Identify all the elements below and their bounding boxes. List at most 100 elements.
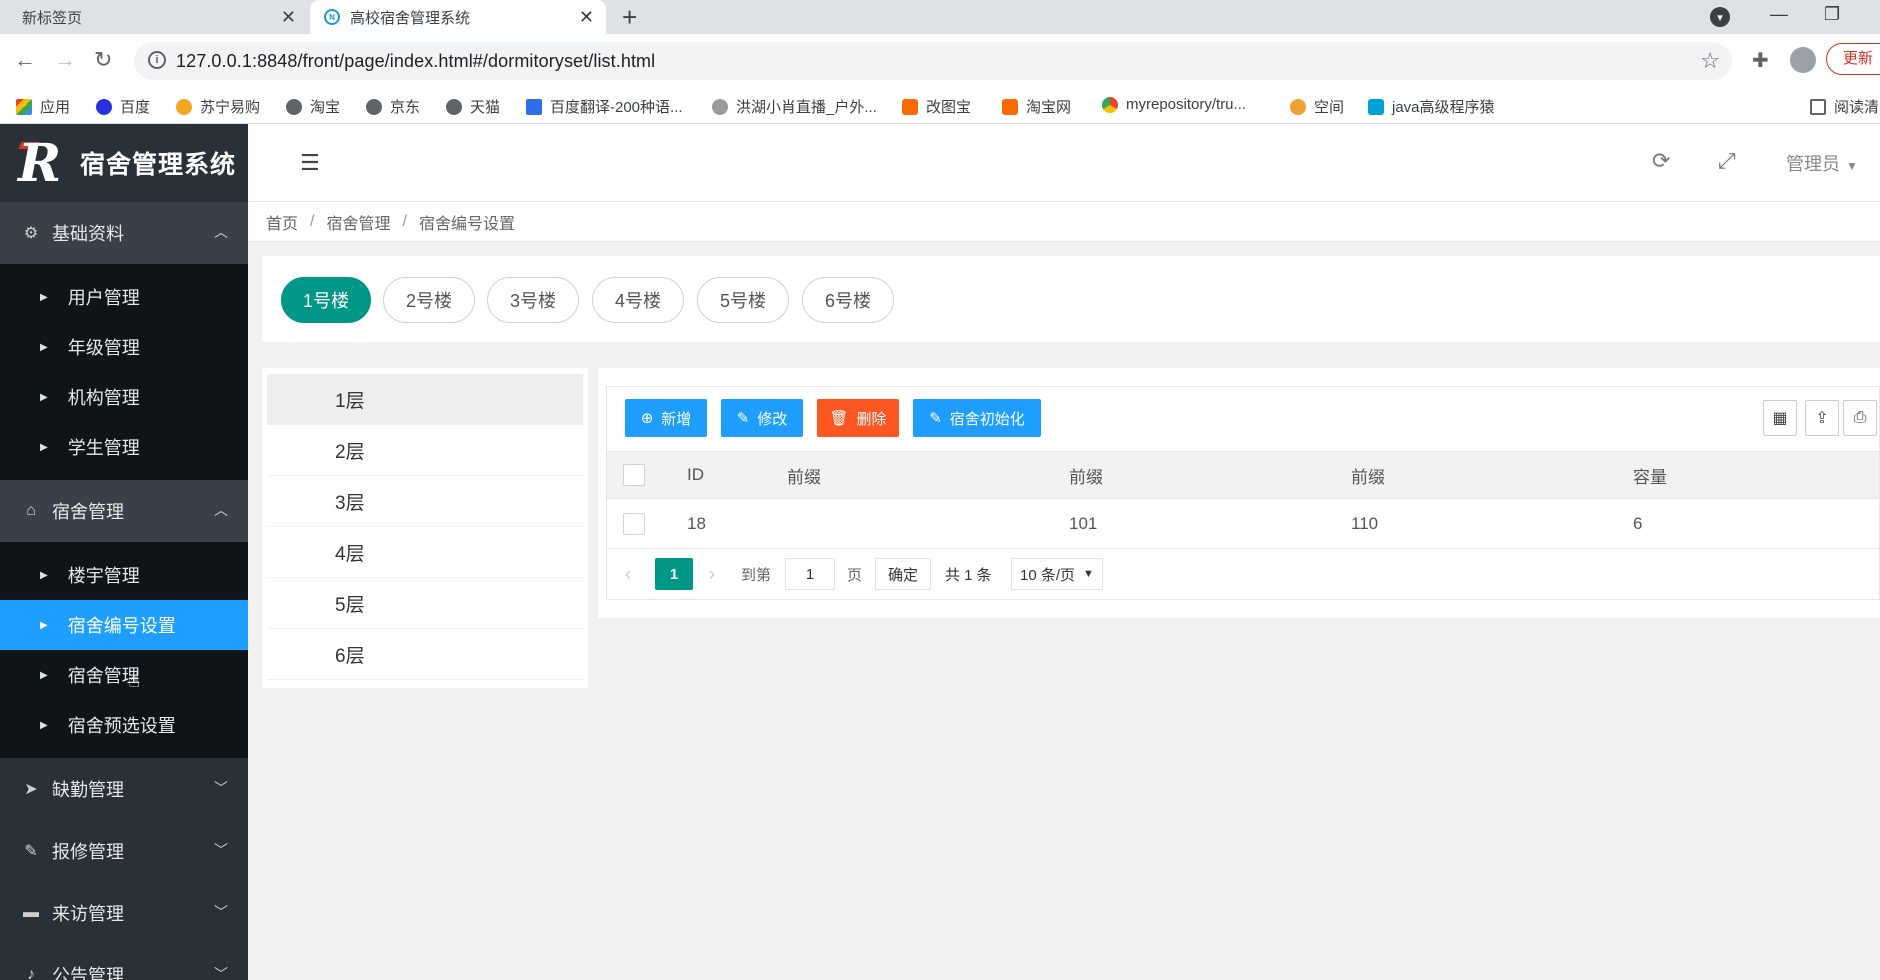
bookmark-reading-list[interactable]: 阅读清 (1810, 96, 1879, 117)
row-checkbox[interactable] (623, 512, 645, 535)
building-tab-5[interactable]: 5号楼 (697, 277, 789, 323)
table-row[interactable]: 18 101 110 6 (607, 499, 1879, 549)
columns-filter-icon[interactable]: ▦ (1763, 400, 1797, 436)
goto-confirm-button[interactable]: 确定 (875, 558, 932, 590)
refresh-icon[interactable]: ⟳ (1652, 148, 1670, 174)
prev-page-icon[interactable]: ‹ (625, 558, 631, 590)
floor-item-1[interactable]: 1层 (267, 374, 583, 425)
address-bar[interactable]: i 127.0.0.1:8848/front/page/index.html#/… (134, 42, 1732, 80)
building-tab-2[interactable]: 2号楼 (383, 277, 475, 323)
site-info-icon[interactable]: i (148, 51, 166, 69)
sidebar-group-repair[interactable]: ✎ 报修管理 ﹀ (0, 820, 248, 882)
breadcrumb-dorm-management[interactable]: 宿舍管理 (326, 210, 390, 234)
bookmark-taobaowang[interactable]: 淘宝网 (1002, 96, 1071, 117)
floor-item-4[interactable]: 4层 (267, 527, 583, 578)
column-header-id[interactable]: ID (687, 452, 704, 498)
browser-tab-active[interactable]: N 高校宿舍管理系统 ✕ (310, 0, 606, 34)
sidebar-item-dorms[interactable]: ▶ 宿舍管理 (0, 650, 248, 700)
tab-title: 高校宿舍管理系统 (350, 9, 471, 27)
floor-item-3[interactable]: 3层 (267, 476, 583, 527)
sidebar-item-buildings[interactable]: ▶ 楼宇管理 (0, 550, 248, 600)
reload-icon[interactable]: ↻ (94, 48, 112, 72)
delete-button[interactable]: 🗑 删除 (817, 399, 899, 437)
app-header: ☰ ⟳ ⤢ 管理员 ▼ (248, 124, 1880, 202)
table-header: ID 前缀 前缀 前缀 容量 (607, 451, 1879, 499)
extensions-puzzle-icon[interactable]: ✚ (1752, 48, 1769, 73)
export-icon[interactable]: ⇪ (1805, 400, 1839, 436)
page-number-current[interactable]: 1 (655, 558, 693, 590)
profile-avatar-icon[interactable] (1790, 47, 1816, 73)
bookmark-star-icon[interactable]: ☆ (1700, 48, 1720, 74)
floor-item-6[interactable]: 6层 (267, 629, 583, 680)
sidebar-item-users[interactable]: ▶ 用户管理 (0, 272, 248, 322)
dorm-init-button[interactable]: ✎ 宿舍初始化 (913, 399, 1041, 437)
bookmark-java[interactable]: java高级程序猿 (1368, 96, 1495, 117)
forward-arrow-icon[interactable]: → (54, 48, 76, 72)
edit-button[interactable]: ✎ 修改 (721, 399, 803, 437)
next-page-icon[interactable]: › (709, 558, 715, 590)
select-all-checkbox[interactable] (623, 464, 645, 486)
building-tab-1[interactable]: 1号楼 (281, 277, 371, 323)
sidebar-group-absence[interactable]: ➤ 缺勤管理 ﹀ (0, 758, 248, 820)
tab-search-icon[interactable]: ▾ (1710, 7, 1730, 27)
print-icon[interactable]: ⎙ (1843, 400, 1877, 436)
sidebar-group-visitors[interactable]: ▬ 来访管理 ﹀ (0, 882, 248, 944)
column-header-end[interactable]: 前缀 (1351, 452, 1385, 498)
bookmarks-bar: 应用 百度 苏宁易购 淘宝 京东 天猫 百度翻译-200种语... 洪湖小肖直播… (0, 88, 1880, 124)
bookmark-gaitubao[interactable]: 改图宝 (902, 96, 971, 117)
breadcrumb-home[interactable]: 首页 (266, 210, 298, 234)
close-tab-icon[interactable]: ✕ (579, 7, 594, 27)
bookmark-apps[interactable]: 应用 (16, 96, 70, 117)
sidebar-group-label: 公告管理 (52, 966, 124, 980)
fullscreen-icon[interactable]: ⤢ (1718, 148, 1736, 174)
truck-icon: ▬ (23, 904, 39, 921)
bookmark-suning[interactable]: 苏宁易购 (176, 96, 260, 117)
sidebar-item-orgs[interactable]: ▶ 机构管理 (0, 372, 248, 422)
bookmark-tmall[interactable]: 天猫 (446, 96, 500, 117)
column-header-start[interactable]: 前缀 (1069, 452, 1103, 498)
chevron-down-icon: ﹀ (214, 966, 228, 980)
globe-icon (366, 98, 382, 115)
bookmark-live[interactable]: 洪湖小肖直播_户外... (712, 96, 877, 117)
taobao-icon (1002, 98, 1018, 115)
goto-page-input[interactable]: 1 (785, 558, 835, 590)
add-button[interactable]: ⊕ 新增 (625, 399, 707, 437)
bookmark-baidu[interactable]: 百度 (96, 96, 150, 117)
app-logo[interactable]: R 宿舍管理系统 (0, 124, 248, 202)
bookmark-myrepository[interactable]: myrepository/tru... (1102, 96, 1246, 113)
bookmark-jd[interactable]: 京东 (366, 96, 420, 117)
building-tab-3[interactable]: 3号楼 (487, 277, 579, 323)
minimize-icon[interactable]: — (1770, 4, 1788, 25)
caret-right-icon: ▶ (40, 719, 48, 731)
sidebar-group-basic[interactable]: ⚙ 基础资料 ︿ (0, 202, 248, 264)
sidebar-item-grades[interactable]: ▶ 年级管理 (0, 322, 248, 372)
sidebar-group-notices[interactable]: ♪ 公告管理 ﹀ (0, 944, 248, 980)
new-tab-plus-icon[interactable]: + (622, 3, 637, 31)
browser-tab-newtab[interactable]: 新标签页 ✕ (8, 0, 308, 34)
sidebar-item-dorm-preselect[interactable]: ▶ 宿舍预选设置 (0, 700, 248, 750)
sidebar-group-dorm[interactable]: ⌂ 宿舍管理 ︿ (0, 480, 248, 542)
close-tab-icon[interactable]: ✕ (281, 7, 296, 27)
update-button[interactable]: 更新 (1826, 43, 1880, 75)
user-menu[interactable]: 管理员 ▼ (1786, 150, 1858, 176)
back-arrow-icon[interactable]: ← (14, 48, 36, 72)
sidebar-item-dorm-number-settings[interactable]: ▶ 宿舍编号设置 (0, 600, 248, 650)
bilibili-tv-icon (1368, 98, 1384, 115)
url-text[interactable]: 127.0.0.1:8848/front/page/index.html#/do… (176, 51, 655, 72)
restore-icon[interactable]: ❐ (1824, 4, 1840, 25)
building-tab-6[interactable]: 6号楼 (802, 277, 894, 323)
chevron-down-icon: ﹀ (214, 842, 228, 858)
column-header-prefix[interactable]: 前缀 (787, 452, 821, 498)
bookmark-taobao[interactable]: 淘宝 (286, 96, 340, 117)
building-tab-4[interactable]: 4号楼 (592, 277, 684, 323)
bookmark-baidu-fanyi[interactable]: 百度翻译-200种语... (526, 96, 683, 117)
bookmark-space[interactable]: 空间 (1290, 96, 1344, 117)
sidebar-item-students[interactable]: ▶ 学生管理 (0, 422, 248, 472)
floor-item-5[interactable]: 5层 (267, 578, 583, 629)
sidebar-toggle-icon[interactable]: ☰ (300, 150, 320, 176)
column-header-capacity[interactable]: 容量 (1633, 452, 1667, 498)
reading-list-icon (1810, 98, 1826, 115)
page-size-select[interactable]: 10 条/页 ▼ (1011, 558, 1103, 590)
baidu-paw-icon (96, 98, 112, 115)
floor-item-2[interactable]: 2层 (267, 425, 583, 476)
